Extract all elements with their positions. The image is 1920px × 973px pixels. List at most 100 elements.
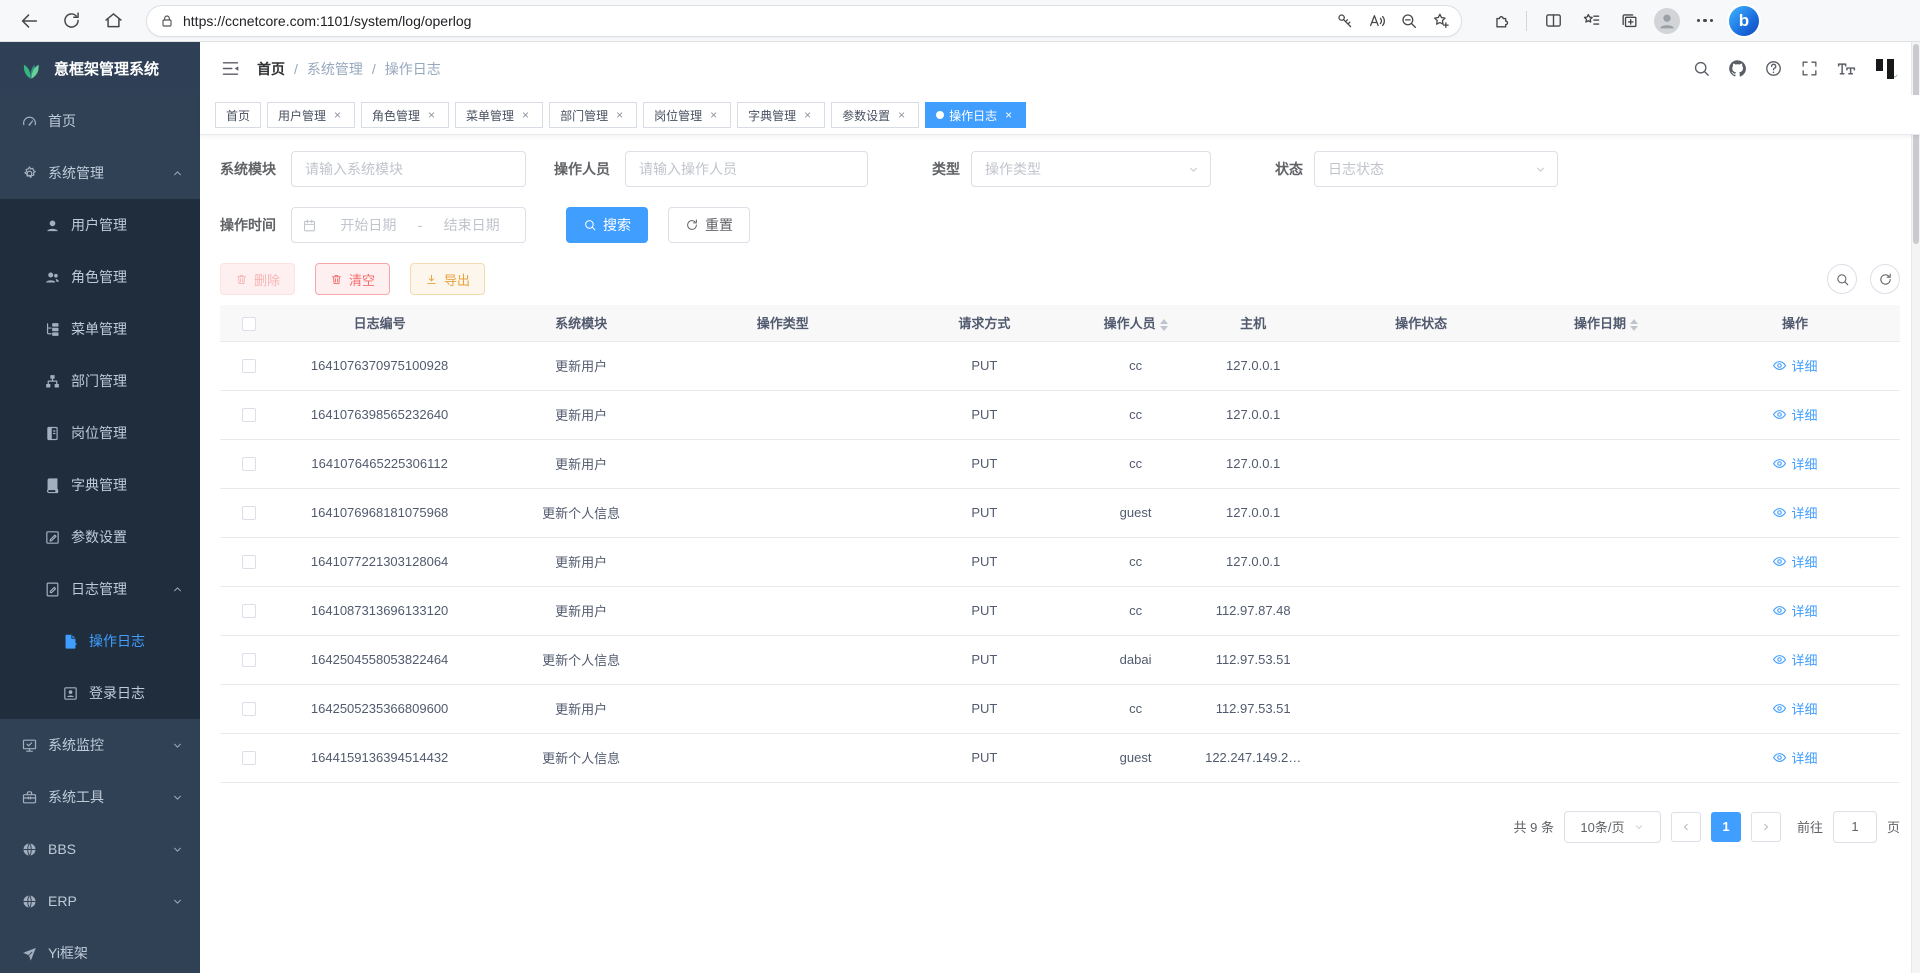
tab-dict-mgmt[interactable]: 字典管理×	[737, 102, 825, 128]
sidebar-item-system-tools[interactable]: 系统工具	[0, 771, 200, 823]
row-checkbox[interactable]	[242, 408, 256, 422]
page-scrollbar[interactable]	[1911, 42, 1920, 973]
type-select[interactable]: 操作类型	[971, 151, 1211, 187]
row-checkbox[interactable]	[242, 555, 256, 569]
sidebar-item-yi-framework[interactable]: Yi框架	[0, 927, 200, 973]
browser-settings-menu-icon[interactable]	[1689, 5, 1721, 37]
sidebar-item-param-settings[interactable]: 参数设置	[0, 511, 200, 563]
row-checkbox[interactable]	[242, 457, 256, 471]
tab-dept-mgmt[interactable]: 部门管理×	[549, 102, 637, 128]
close-icon[interactable]: ×	[613, 108, 626, 122]
toggle-search-button[interactable]	[1827, 264, 1857, 294]
sidebar-item-bbs[interactable]: BBS	[0, 823, 200, 875]
export-button[interactable]: 导出	[410, 263, 485, 295]
sidebar-item-role-mgmt[interactable]: 角色管理	[0, 251, 200, 303]
goto-page-input[interactable]	[1833, 811, 1877, 843]
close-icon[interactable]: ×	[331, 108, 344, 122]
scrollbar-thumb[interactable]	[1913, 44, 1919, 244]
sidebar-item-user-mgmt[interactable]: 用户管理	[0, 199, 200, 251]
favorite-star-icon[interactable]	[1427, 7, 1455, 35]
sidebar-item-login-log[interactable]: 登录日志	[0, 667, 200, 719]
sidebar-item-erp[interactable]: ERP	[0, 875, 200, 927]
delete-button[interactable]: 删除	[220, 263, 295, 295]
date-range-picker[interactable]: 开始日期 - 结束日期	[291, 207, 526, 243]
sidebar-item-menu-mgmt[interactable]: 菜单管理	[0, 303, 200, 355]
sidebar-item-home[interactable]: 首页	[0, 95, 200, 147]
github-icon[interactable]	[1728, 59, 1747, 78]
tab-oper-log[interactable]: 操作日志×	[925, 102, 1026, 128]
sort-icon[interactable]	[1160, 319, 1168, 331]
prev-page-button[interactable]	[1671, 812, 1701, 842]
detail-link[interactable]: 详细	[1772, 552, 1817, 571]
sidebar-item-oper-log[interactable]: 操作日志	[0, 615, 200, 667]
browser-profile-avatar[interactable]	[1651, 5, 1683, 37]
tab-role-mgmt[interactable]: 角色管理×	[361, 102, 449, 128]
address-bar[interactable]: https://ccnetcore.com:1101/system/log/op…	[146, 5, 1462, 37]
sidebar-item-dict-mgmt[interactable]: 字典管理	[0, 459, 200, 511]
font-size-icon[interactable]	[1836, 58, 1857, 79]
col-operator[interactable]: 操作人员	[1085, 305, 1186, 341]
search-button[interactable]: 搜索	[566, 207, 648, 243]
browser-back-button[interactable]	[12, 4, 46, 38]
reset-button[interactable]: 重置	[668, 207, 750, 243]
breadcrumb-home[interactable]: 首页	[257, 59, 285, 79]
close-icon[interactable]: ×	[895, 108, 908, 122]
detail-link[interactable]: 详细	[1772, 748, 1817, 767]
sidebar-item-system-mgmt[interactable]: 系统管理	[0, 147, 200, 199]
module-input[interactable]	[291, 151, 526, 187]
password-key-icon[interactable]	[1331, 7, 1359, 35]
close-icon[interactable]: ×	[801, 108, 814, 122]
breadcrumb-system-mgmt[interactable]: 系统管理	[307, 59, 363, 79]
header-search-icon[interactable]	[1692, 59, 1711, 78]
collections-icon[interactable]	[1613, 5, 1645, 37]
help-icon[interactable]	[1764, 59, 1783, 78]
sidebar-item-log-mgmt[interactable]: 日志管理	[0, 563, 200, 615]
sidebar-item-dept-mgmt[interactable]: 部门管理	[0, 355, 200, 407]
fullscreen-icon[interactable]	[1800, 59, 1819, 78]
close-icon[interactable]: ×	[425, 108, 438, 122]
sort-icon[interactable]	[1630, 319, 1638, 331]
tab-menu-mgmt[interactable]: 菜单管理×	[455, 102, 543, 128]
close-icon[interactable]: ×	[1002, 108, 1015, 122]
browser-refresh-button[interactable]	[54, 4, 88, 38]
tab-post-mgmt[interactable]: 岗位管理×	[643, 102, 731, 128]
row-checkbox[interactable]	[242, 604, 256, 618]
detail-link[interactable]: 详细	[1772, 454, 1817, 473]
page-number-1[interactable]: 1	[1711, 812, 1741, 842]
tab-home[interactable]: 首页	[215, 102, 261, 128]
row-checkbox[interactable]	[242, 359, 256, 373]
detail-link[interactable]: 详细	[1772, 699, 1817, 718]
detail-link[interactable]: 详细	[1772, 503, 1817, 522]
row-checkbox[interactable]	[242, 751, 256, 765]
user-logo-avatar[interactable]	[1874, 56, 1900, 82]
sidebar-item-post-mgmt[interactable]: 岗位管理	[0, 407, 200, 459]
sidebar-collapse-icon[interactable]	[220, 58, 241, 79]
row-checkbox[interactable]	[242, 702, 256, 716]
clear-button[interactable]: 清空	[315, 263, 390, 295]
sidebar-item-system-monitor[interactable]: 系统监控	[0, 719, 200, 771]
next-page-button[interactable]	[1751, 812, 1781, 842]
detail-link[interactable]: 详细	[1772, 601, 1817, 620]
page-size-select[interactable]: 10条/页	[1564, 811, 1661, 843]
bing-chat-icon[interactable]: b	[1729, 6, 1759, 36]
extensions-icon[interactable]	[1486, 5, 1518, 37]
tab-user-mgmt[interactable]: 用户管理×	[267, 102, 355, 128]
detail-link[interactable]: 详细	[1772, 650, 1817, 669]
col-date[interactable]: 操作日期	[1522, 305, 1690, 341]
tab-param-settings[interactable]: 参数设置×	[831, 102, 919, 128]
operator-input[interactable]	[625, 151, 868, 187]
zoom-out-icon[interactable]	[1395, 7, 1423, 35]
read-aloud-icon[interactable]	[1363, 7, 1391, 35]
split-screen-icon[interactable]	[1537, 5, 1569, 37]
detail-link[interactable]: 详细	[1772, 356, 1817, 375]
detail-link[interactable]: 详细	[1772, 405, 1817, 424]
status-select[interactable]: 日志状态	[1314, 151, 1558, 187]
favorites-bar-icon[interactable]	[1575, 5, 1607, 37]
refresh-table-button[interactable]	[1870, 264, 1900, 294]
close-icon[interactable]: ×	[519, 108, 532, 122]
row-checkbox[interactable]	[242, 653, 256, 667]
browser-home-button[interactable]	[96, 4, 130, 38]
select-all-checkbox[interactable]	[242, 317, 256, 331]
row-checkbox[interactable]	[242, 506, 256, 520]
close-icon[interactable]: ×	[707, 108, 720, 122]
